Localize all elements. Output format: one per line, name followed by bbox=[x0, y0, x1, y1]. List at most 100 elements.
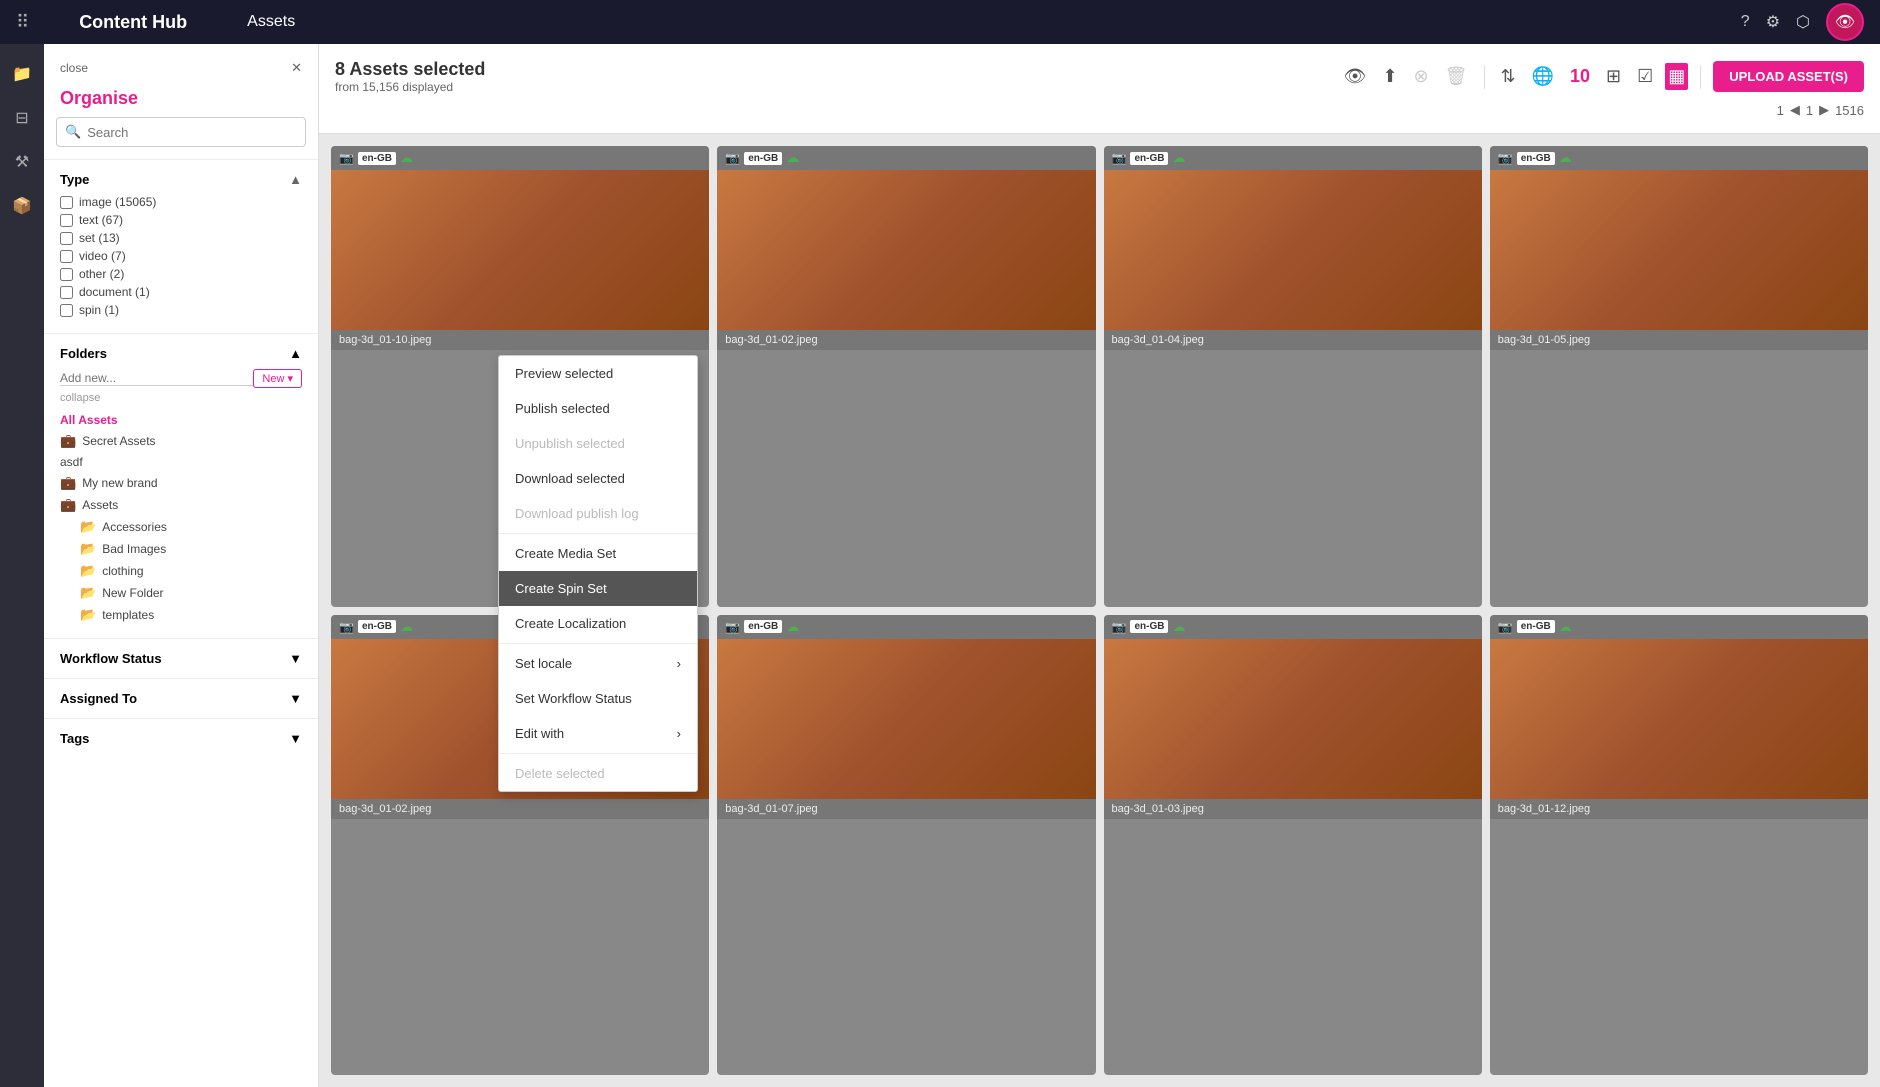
asset-img-5 bbox=[717, 639, 1095, 799]
sidebar-filter-icon[interactable]: ⊟ bbox=[4, 100, 40, 136]
tags-header[interactable]: Tags ▼ bbox=[60, 731, 302, 746]
asset-card-2[interactable]: 📷 en-GB ☁ bag-3d_01-04.jpeg bbox=[1104, 146, 1482, 607]
sidebar-box-icon[interactable]: 📦 bbox=[4, 188, 40, 224]
my-new-brand-label: My new brand bbox=[82, 476, 157, 490]
workflow-label: Workflow Status bbox=[60, 651, 162, 666]
folder-accessories[interactable]: 📂 Accessories bbox=[60, 516, 302, 538]
card-header-4: 📷 en-GB ☁ bbox=[717, 146, 1095, 170]
eye-icon[interactable]: 👁 bbox=[1340, 62, 1371, 91]
delete-icon[interactable]: 🗑 bbox=[1441, 62, 1472, 91]
folder-clothing[interactable]: 📂 clothing bbox=[60, 560, 302, 582]
assigned-header[interactable]: Assigned To ▼ bbox=[60, 691, 302, 706]
menu-download-selected[interactable]: Download selected bbox=[499, 461, 697, 496]
menu-create-localization[interactable]: Create Localization bbox=[499, 606, 697, 641]
lang-badge-0: en-GB bbox=[358, 152, 396, 165]
new-folder-label: New bbox=[262, 373, 284, 385]
close-label[interactable]: close bbox=[60, 61, 88, 75]
lang-badge-2: en-GB bbox=[1130, 152, 1168, 165]
type-section-header[interactable]: Type ▲ bbox=[60, 172, 302, 187]
asset-footer-3: bag-3d_01-05.jpeg bbox=[1490, 330, 1868, 350]
camera-icon-0: 📷 bbox=[339, 151, 354, 165]
check-icon[interactable]: ☑ bbox=[1633, 62, 1657, 91]
asset-img-2 bbox=[1104, 170, 1482, 330]
assets-folder-label: Assets bbox=[82, 498, 118, 512]
tags-arrow-icon: ▼ bbox=[289, 731, 302, 746]
brand-name: Content Hub bbox=[79, 12, 187, 33]
selected-count: 8 Assets selected bbox=[335, 59, 485, 80]
folder-my-new-brand[interactable]: 💼 My new brand bbox=[60, 472, 302, 494]
type-video-checkbox[interactable] bbox=[60, 250, 73, 263]
selection-info: 8 Assets selected from 15,156 displayed bbox=[335, 59, 485, 94]
collapse-link[interactable]: collapse bbox=[60, 392, 302, 404]
folder-assets[interactable]: 💼 Assets bbox=[60, 494, 302, 516]
asset-card-4[interactable]: 📷 en-GB ☁ bag-3d_01-02.jpeg bbox=[717, 146, 1095, 607]
sidebar-files-icon[interactable]: 📁 bbox=[4, 56, 40, 92]
menu-preview-selected[interactable]: Preview selected bbox=[499, 356, 697, 391]
page-current: 1 bbox=[1777, 103, 1784, 118]
type-image-checkbox[interactable] bbox=[60, 196, 73, 209]
logout-icon[interactable]: ⬡ bbox=[1796, 12, 1810, 32]
create-media-set-label: Create Media Set bbox=[515, 546, 616, 561]
sort-icon[interactable]: ⇅ bbox=[1497, 62, 1520, 91]
cloud-icon-3: ☁ bbox=[1559, 150, 1572, 166]
type-arrow-icon: ▲ bbox=[289, 172, 302, 187]
folders-arrow-icon[interactable]: ▲ bbox=[289, 346, 302, 361]
folder-add-input[interactable] bbox=[60, 371, 253, 386]
card-header-2: 📷 en-GB ☁ bbox=[1104, 146, 1482, 170]
asset-card-5[interactable]: 📷 en-GB ☁ bag-3d_01-07.jpeg bbox=[717, 615, 1095, 1076]
workflow-header[interactable]: Workflow Status ▼ bbox=[60, 651, 302, 666]
folder-templates[interactable]: 📂 templates bbox=[60, 604, 302, 626]
all-assets-label: All Assets bbox=[60, 413, 118, 427]
type-other-checkbox[interactable] bbox=[60, 268, 73, 281]
menu-set-workflow-status[interactable]: Set Workflow Status bbox=[499, 681, 697, 716]
nav-menu-icon[interactable]: ⠿ bbox=[16, 12, 29, 33]
type-text-checkbox[interactable] bbox=[60, 214, 73, 227]
new-folder-button[interactable]: New ▾ bbox=[253, 369, 302, 388]
folder-asdf[interactable]: asdf bbox=[60, 452, 302, 472]
upload-cloud-icon[interactable]: ⬆ bbox=[1378, 62, 1401, 91]
settings-icon[interactable]: ⚙ bbox=[1766, 12, 1780, 32]
sidebar-tools-icon[interactable]: ⚒ bbox=[4, 144, 40, 180]
folder-all-assets[interactable]: All Assets bbox=[60, 410, 302, 430]
asset-img-7 bbox=[1490, 639, 1868, 799]
set-workflow-status-label: Set Workflow Status bbox=[515, 691, 632, 706]
folder-new-folder[interactable]: 📂 New Folder bbox=[60, 582, 302, 604]
menu-create-spin-set[interactable]: Create Spin Set bbox=[499, 571, 697, 606]
card-header-5: 📷 en-GB ☁ bbox=[717, 615, 1095, 639]
type-spin-checkbox[interactable] bbox=[60, 304, 73, 317]
new-folder-label-item: New Folder bbox=[102, 586, 163, 600]
folder-secret-assets[interactable]: 💼 Secret Assets bbox=[60, 430, 302, 452]
menu-publish-selected[interactable]: Publish selected bbox=[499, 391, 697, 426]
cloud-icon-6: ☁ bbox=[1172, 619, 1185, 635]
lang-badge-5: en-GB bbox=[744, 620, 782, 633]
type-video: video (7) bbox=[60, 249, 302, 263]
search-input[interactable] bbox=[87, 125, 297, 140]
menu-set-locale[interactable]: Set locale › bbox=[499, 646, 697, 681]
menu-delete-selected: Delete selected bbox=[499, 756, 697, 791]
asset-card-3[interactable]: 📷 en-GB ☁ bag-3d_01-05.jpeg bbox=[1490, 146, 1868, 607]
unpublish-cloud-icon[interactable]: ⊗ bbox=[1410, 62, 1433, 91]
card-header-6: 📷 en-GB ☁ bbox=[1104, 615, 1482, 639]
close-x-icon[interactable]: ✕ bbox=[291, 60, 302, 76]
help-icon[interactable]: ? bbox=[1741, 13, 1750, 31]
menu-edit-with[interactable]: Edit with › bbox=[499, 716, 697, 751]
type-set-checkbox[interactable] bbox=[60, 232, 73, 245]
grid-view-icon[interactable]: ⊞ bbox=[1602, 62, 1625, 91]
language-icon[interactable]: 🌐 bbox=[1528, 62, 1558, 91]
asdf-label: asdf bbox=[60, 455, 83, 469]
toolbar-right: 👁 ⬆ ⊗ 🗑 ⇅ 🌐 10 ⊞ ☑ ▦ UPLOAD ASSET(S) bbox=[1340, 61, 1864, 92]
type-document-checkbox[interactable] bbox=[60, 286, 73, 299]
asset-card-6[interactable]: 📷 en-GB ☁ bag-3d_01-03.jpeg bbox=[1104, 615, 1482, 1076]
cloud-icon-0: ☁ bbox=[400, 150, 413, 166]
page-next-icon[interactable]: ▶ bbox=[1819, 102, 1829, 118]
icon-sidebar: 📁 ⊟ ⚒ 📦 bbox=[0, 44, 44, 1087]
page-prev-icon[interactable]: ◀ bbox=[1790, 102, 1800, 118]
avatar[interactable]: 👁 bbox=[1826, 3, 1864, 41]
active-view-icon[interactable]: ▦ bbox=[1665, 63, 1688, 90]
cloud-icon-2: ☁ bbox=[1172, 150, 1185, 166]
menu-create-media-set[interactable]: Create Media Set bbox=[499, 536, 697, 571]
upload-button[interactable]: UPLOAD ASSET(S) bbox=[1713, 61, 1864, 92]
folder-bad-images[interactable]: 📂 Bad Images bbox=[60, 538, 302, 560]
page-title: Assets bbox=[247, 13, 295, 31]
asset-card-7[interactable]: 📷 en-GB ☁ bag-3d_01-12.jpeg bbox=[1490, 615, 1868, 1076]
